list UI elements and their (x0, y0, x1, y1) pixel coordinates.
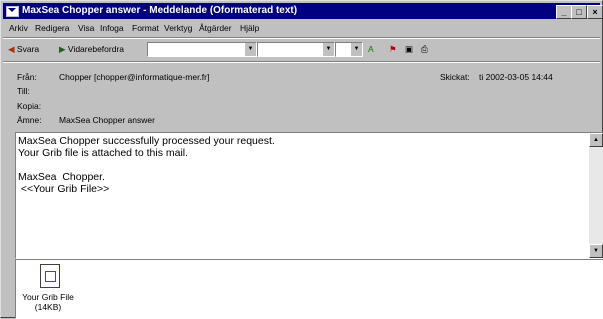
address-book-icon[interactable]: ▣ (405, 42, 413, 56)
sent-value: ti 2002-03-05 14:44 (479, 72, 553, 82)
reply-button[interactable]: ◀ Svara (8, 42, 39, 56)
menu-infoga[interactable]: Infoga (100, 21, 124, 35)
forward-button[interactable]: ▶ Vidarebefordra (59, 42, 124, 56)
subject-value: MaxSea Chopper answer (59, 115, 155, 125)
message-body[interactable]: MaxSea Chopper successfully processed yo… (15, 132, 603, 259)
menu-atgarder[interactable]: Åtgärder (199, 21, 232, 35)
envelope-icon (6, 6, 19, 17)
sent-label: Skickat: (440, 72, 470, 82)
chevron-down-icon: ▼ (351, 43, 362, 56)
vertical-scrollbar[interactable]: ▲ ▼ (589, 133, 603, 258)
attachment-size: (14KB) (34, 302, 62, 312)
from-label: Från: (17, 72, 37, 82)
message-text: MaxSea Chopper successfully processed yo… (18, 135, 275, 195)
subject-label: Ämne: (17, 115, 42, 125)
reply-label: Svara (16, 44, 40, 54)
attachment-item[interactable]: Your Grib File (14KB) (18, 292, 78, 312)
scroll-up-button[interactable]: ▲ (589, 133, 603, 147)
minimize-button[interactable]: _ (556, 5, 572, 19)
menu-verktyg[interactable]: Verktyg (164, 21, 192, 35)
file-icon[interactable] (40, 264, 60, 288)
menu-format[interactable]: Format (132, 21, 159, 35)
attachment-pane: Your Grib File (14KB) (15, 259, 603, 319)
toolbar: ◀ Svara ▶ Vidarebefordra ▼ ▼ ▼ A ⚑ ▣ ⎙ (3, 39, 600, 59)
from-value: Chopper [chopper@informatique-mer.fr] (59, 72, 210, 82)
window-title: MaxSea Chopper answer - Meddelande (Ofor… (22, 5, 298, 16)
style-combo[interactable]: ▼ (335, 42, 363, 57)
chevron-down-icon: ▼ (245, 43, 256, 56)
font-color-icon[interactable]: A (368, 42, 374, 56)
reply-icon: ◀ (8, 44, 15, 54)
font-combo[interactable]: ▼ (147, 42, 257, 57)
print-icon[interactable]: ⎙ (421, 42, 428, 56)
title-bar[interactable]: MaxSea Chopper answer - Meddelande (Ofor… (3, 3, 603, 19)
chevron-down-icon: ▼ (323, 43, 334, 56)
forward-label: Vidarebefordra (67, 44, 124, 54)
toolbar-separator (3, 61, 600, 63)
menu-hjalp[interactable]: Hjälp (240, 21, 259, 35)
message-window: MaxSea Chopper answer - Meddelande (Ofor… (0, 0, 603, 319)
menu-redigera[interactable]: Redigera (35, 21, 70, 35)
scroll-down-button[interactable]: ▼ (589, 244, 603, 258)
flag-icon[interactable]: ⚑ (389, 42, 397, 56)
menu-visa[interactable]: Visa (78, 21, 94, 35)
to-label: Till: (17, 86, 30, 96)
forward-icon: ▶ (59, 44, 66, 54)
close-button[interactable]: × (587, 5, 603, 19)
maximize-button[interactable]: □ (571, 5, 587, 19)
size-combo[interactable]: ▼ (257, 42, 335, 57)
menu-bar: Arkiv Redigera Visa Infoga Format Verkty… (3, 21, 600, 35)
cc-label: Kopia: (17, 101, 42, 111)
attachment-name: Your Grib File (22, 292, 74, 302)
menu-arkiv[interactable]: Arkiv (9, 21, 28, 35)
